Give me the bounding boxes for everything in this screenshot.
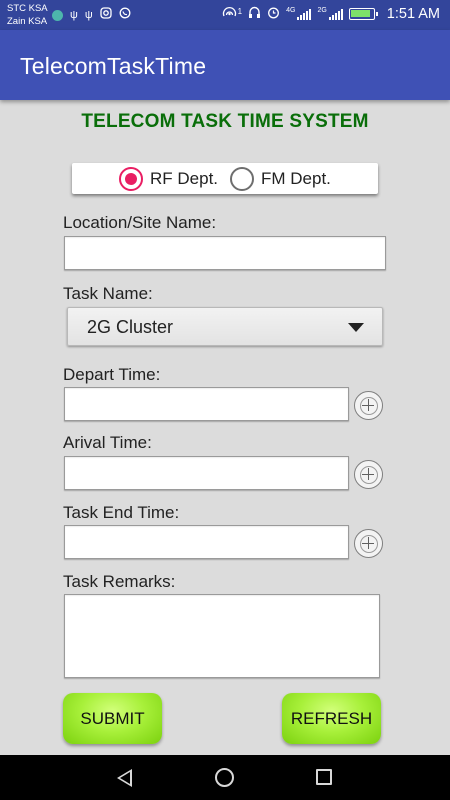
usb-icon: ψ — [84, 9, 93, 21]
home-icon[interactable] — [215, 768, 234, 787]
hotspot-icon — [222, 6, 237, 22]
radio-unchecked-icon[interactable] — [230, 166, 254, 191]
app-title: TelecomTaskTime — [20, 53, 207, 79]
arrival-time-input[interactable] — [64, 456, 349, 490]
battery-icon — [348, 8, 378, 20]
submit-button[interactable]: SUBMIT — [63, 693, 162, 744]
app-bar: TelecomTaskTime — [0, 30, 450, 100]
form-heading: TELECOM TASK TIME SYSTEM — [81, 111, 369, 132]
usb-icon: ψ — [70, 9, 78, 21]
carrier-1: STC KSA — [7, 3, 48, 14]
notification-icons: ψ ψ — [52, 7, 131, 23]
network-type-1: 4G — [286, 7, 296, 14]
plus-icon — [367, 537, 369, 549]
task-name-label: Task Name: — [63, 284, 153, 303]
app-notification-icon — [52, 9, 63, 21]
plus-icon — [367, 399, 369, 411]
refresh-button[interactable]: REFRESH — [282, 693, 381, 744]
add-arrival-time-button[interactable] — [354, 460, 383, 489]
radio-label-rf: RF Dept. — [150, 168, 219, 188]
plus-icon — [367, 468, 369, 480]
back-icon[interactable] — [117, 769, 132, 787]
alarm-icon — [267, 6, 280, 22]
headset-icon — [248, 6, 261, 22]
task-remarks-textarea[interactable] — [64, 594, 380, 678]
task-name-dropdown[interactable]: 2G Cluster — [67, 307, 383, 346]
recent-apps-icon[interactable] — [316, 769, 332, 785]
radio-fm-dept[interactable]: FM Dept. — [230, 166, 331, 191]
radio-rf-dept[interactable]: RF Dept. — [119, 166, 219, 191]
hotspot-badge: 1 — [237, 6, 243, 16]
system-status-icons: 1 4G 2G 1:51 AM — [222, 6, 440, 22]
radio-checked-icon[interactable] — [119, 166, 143, 191]
navigation-bar — [0, 755, 450, 800]
depart-time-label: Depart Time: — [63, 365, 161, 384]
carrier-2: Zain KSA — [7, 16, 48, 27]
arrival-time-label: Arival Time: — [63, 433, 152, 452]
location-input[interactable] — [64, 236, 386, 270]
radio-label-fm: FM Dept. — [261, 168, 331, 188]
signal-icon — [328, 8, 343, 20]
network-type-2: 2G — [317, 7, 327, 14]
department-radio-group: RF Dept. FM Dept. — [72, 163, 378, 194]
depart-time-input[interactable] — [64, 387, 349, 421]
dropdown-arrow-icon — [348, 323, 364, 332]
task-name-selected: 2G Cluster — [87, 317, 174, 337]
task-end-time-label: Task End Time: — [63, 503, 180, 522]
instagram-icon — [100, 7, 112, 23]
task-end-time-input[interactable] — [64, 525, 349, 559]
carrier-names: STC KSA Zain KSA — [7, 2, 48, 28]
clock: 1:51 AM — [386, 6, 440, 22]
status-bar: STC KSA Zain KSA ψ ψ 1 4G 2G 1:51 AM — [0, 0, 450, 30]
task-remarks-label: Task Remarks: — [63, 572, 176, 591]
signal-icon — [297, 8, 312, 20]
add-task-end-time-button[interactable] — [354, 529, 383, 558]
location-label: Location/Site Name: — [63, 213, 217, 232]
whatsapp-icon — [119, 7, 131, 23]
add-depart-time-button[interactable] — [354, 391, 383, 420]
